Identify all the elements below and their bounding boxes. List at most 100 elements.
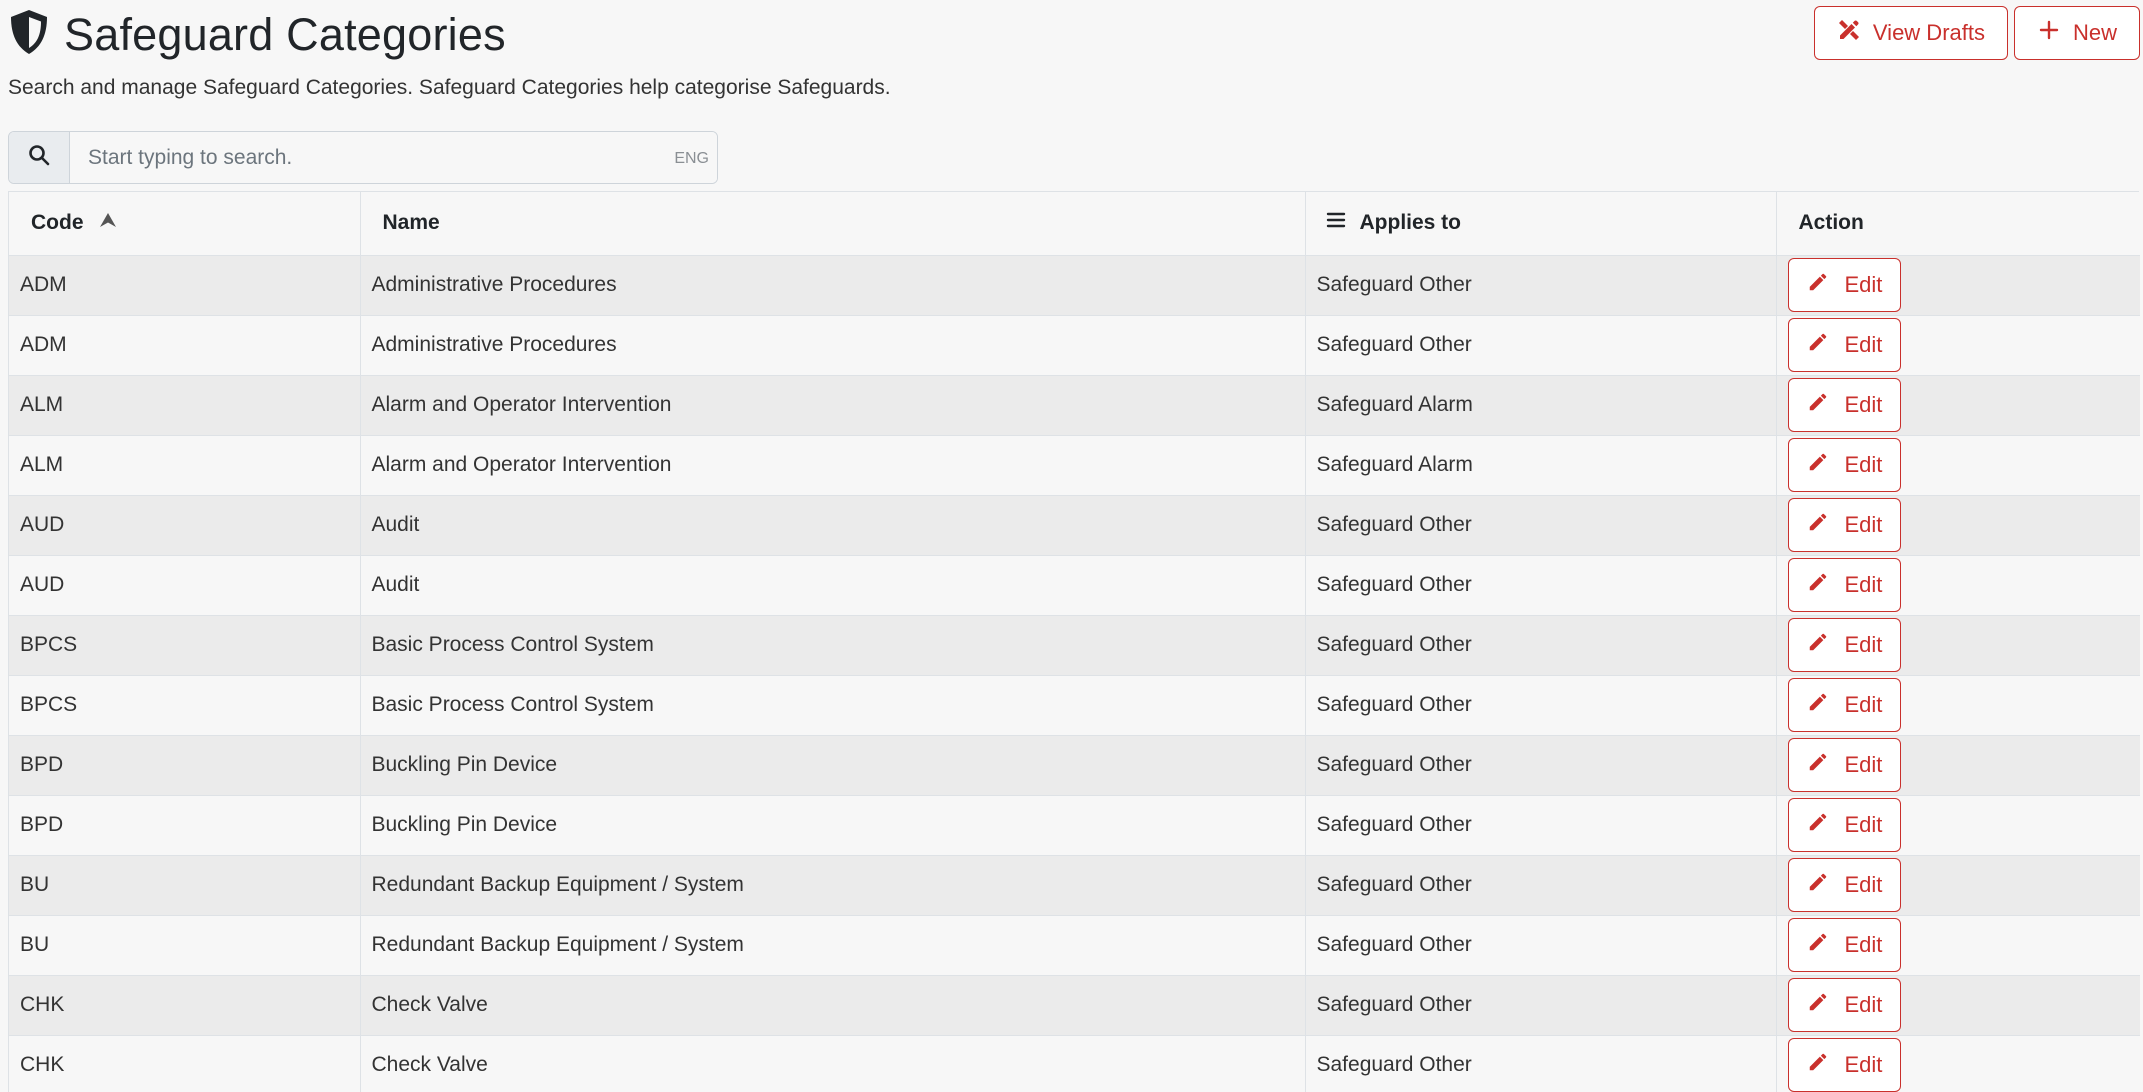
table-row[interactable]: CHK Check Valve Safeguard Other Edit xyxy=(9,975,2140,1035)
cell-name: Alarm and Operator Intervention xyxy=(360,435,1306,495)
edit-button[interactable]: Edit xyxy=(1787,558,1902,612)
pencil-icon xyxy=(1807,451,1829,479)
table-row[interactable]: AUD Audit Safeguard Other Edit xyxy=(9,495,2140,555)
edit-button[interactable]: Edit xyxy=(1787,438,1902,492)
cell-action: Edit xyxy=(1776,435,2140,495)
edit-button[interactable]: Edit xyxy=(1787,618,1902,672)
pencil-icon xyxy=(1807,271,1829,299)
cell-name: Basic Process Control System xyxy=(360,615,1306,675)
cell-action: Edit xyxy=(1776,495,2140,555)
edit-label: Edit xyxy=(1844,752,1883,777)
pencil-ruler-icon xyxy=(1837,18,1861,48)
table-row[interactable]: ALM Alarm and Operator Intervention Safegu… xyxy=(9,375,2140,435)
table-row[interactable]: BPD Buckling Pin Device Safeguard Other Edi… xyxy=(9,735,2140,795)
edit-button[interactable]: Edit xyxy=(1787,318,1902,372)
pencil-icon xyxy=(1807,931,1829,959)
cell-code: ALM xyxy=(9,435,361,495)
view-drafts-label: View Drafts xyxy=(1872,20,1985,45)
cell-name: Basic Process Control System xyxy=(360,675,1306,735)
edit-button[interactable]: Edit xyxy=(1787,258,1902,312)
column-header-code-label: Code xyxy=(31,211,84,235)
edit-label: Edit xyxy=(1844,272,1883,297)
search-bar: ENG xyxy=(8,131,718,184)
cell-action: Edit xyxy=(1776,915,2140,975)
cell-name: Audit xyxy=(360,555,1306,615)
cell-name: Alarm and Operator Intervention xyxy=(360,375,1306,435)
cell-name: Redundant Backup Equipment / System xyxy=(360,915,1306,975)
edit-label: Edit xyxy=(1844,332,1883,357)
edit-button[interactable]: Edit xyxy=(1787,378,1902,432)
edit-button[interactable]: Edit xyxy=(1787,858,1902,912)
edit-label: Edit xyxy=(1844,992,1883,1017)
edit-button[interactable]: Edit xyxy=(1787,498,1902,552)
table-row[interactable]: AUD Audit Safeguard Other Edit xyxy=(9,555,2140,615)
cell-name: Audit xyxy=(360,495,1306,555)
cell-applies-to: Safeguard Other xyxy=(1305,675,1777,735)
table-row[interactable]: BPD Buckling Pin Device Safeguard Other Edi… xyxy=(9,795,2140,855)
table-row[interactable]: ALM Alarm and Operator Intervention Safegu… xyxy=(9,435,2140,495)
cell-applies-to: Safeguard Alarm xyxy=(1305,435,1777,495)
cell-code: ALM xyxy=(9,375,361,435)
cell-code: CHK xyxy=(9,1035,361,1092)
edit-label: Edit xyxy=(1844,872,1883,897)
new-button[interactable]: New xyxy=(2013,6,2140,60)
filter-menu-icon[interactable] xyxy=(1326,210,1346,236)
edit-button[interactable]: Edit xyxy=(1787,738,1902,792)
table-row[interactable]: BU Redundant Backup Equipment / System Saf… xyxy=(9,855,2140,915)
table-row[interactable]: CHK Check Valve Safeguard Other Edit xyxy=(9,1035,2140,1092)
cell-applies-to: Safeguard Other xyxy=(1305,495,1777,555)
edit-label: Edit xyxy=(1844,392,1883,417)
pencil-icon xyxy=(1807,511,1829,539)
pencil-icon xyxy=(1807,691,1829,719)
table-row[interactable]: ADM Administrative Procedures Safeguard Ot… xyxy=(9,255,2140,315)
pencil-icon xyxy=(1807,751,1829,779)
header-actions: View Drafts New xyxy=(1813,6,2140,60)
input-language-indicator: ENG xyxy=(674,150,709,167)
column-header-code[interactable]: Code xyxy=(9,192,361,255)
column-header-applies-to-label: Applies to xyxy=(1359,211,1462,235)
edit-label: Edit xyxy=(1844,512,1883,537)
view-drafts-button[interactable]: View Drafts xyxy=(1813,6,2008,60)
edit-button[interactable]: Edit xyxy=(1787,798,1902,852)
cell-code: ADM xyxy=(9,255,361,315)
pencil-icon xyxy=(1807,631,1829,659)
cell-action: Edit xyxy=(1776,975,2140,1035)
new-label: New xyxy=(2072,20,2117,45)
cell-applies-to: Safeguard Other xyxy=(1305,975,1777,1035)
table-body: ADM Administrative Procedures Safeguard Ot… xyxy=(9,255,2140,1092)
edit-label: Edit xyxy=(1844,1052,1883,1077)
search-addon[interactable] xyxy=(9,132,70,183)
edit-label: Edit xyxy=(1844,452,1883,477)
pencil-icon xyxy=(1807,871,1829,899)
cell-applies-to: Safeguard Other xyxy=(1305,255,1777,315)
pencil-icon xyxy=(1807,811,1829,839)
column-header-applies-to[interactable]: Applies to xyxy=(1305,192,1777,255)
cell-action: Edit xyxy=(1776,375,2140,435)
page-header: Safeguard Categories xyxy=(8,8,506,61)
page-subtitle: Search and manage Safeguard Categories. … xyxy=(8,76,891,99)
search-input[interactable] xyxy=(70,132,717,183)
edit-button[interactable]: Edit xyxy=(1787,978,1902,1032)
edit-button[interactable]: Edit xyxy=(1787,1038,1902,1092)
cell-name: Buckling Pin Device xyxy=(360,735,1306,795)
cell-code: BU xyxy=(9,915,361,975)
table-row[interactable]: BPCS Basic Process Control System Safeguar… xyxy=(9,615,2140,675)
cell-action: Edit xyxy=(1776,1035,2140,1092)
cell-action: Edit xyxy=(1776,795,2140,855)
edit-button[interactable]: Edit xyxy=(1787,918,1902,972)
table-row[interactable]: ADM Administrative Procedures Safeguard Ot… xyxy=(9,315,2140,375)
cell-action: Edit xyxy=(1776,315,2140,375)
table-row[interactable]: BU Redundant Backup Equipment / System Saf… xyxy=(9,915,2140,975)
table-row[interactable]: BPCS Basic Process Control System Safeguar… xyxy=(9,675,2140,735)
cell-action: Edit xyxy=(1776,255,2140,315)
column-header-name-label: Name xyxy=(382,211,440,235)
cell-action: Edit xyxy=(1776,615,2140,675)
pencil-icon xyxy=(1807,331,1829,359)
cell-applies-to: Safeguard Other xyxy=(1305,855,1777,915)
pencil-icon xyxy=(1807,391,1829,419)
edit-button[interactable]: Edit xyxy=(1787,678,1902,732)
shield-icon xyxy=(8,8,50,61)
cell-name: Check Valve xyxy=(360,975,1306,1035)
cell-applies-to: Safeguard Other xyxy=(1305,915,1777,975)
column-header-name[interactable]: Name xyxy=(360,192,1306,255)
